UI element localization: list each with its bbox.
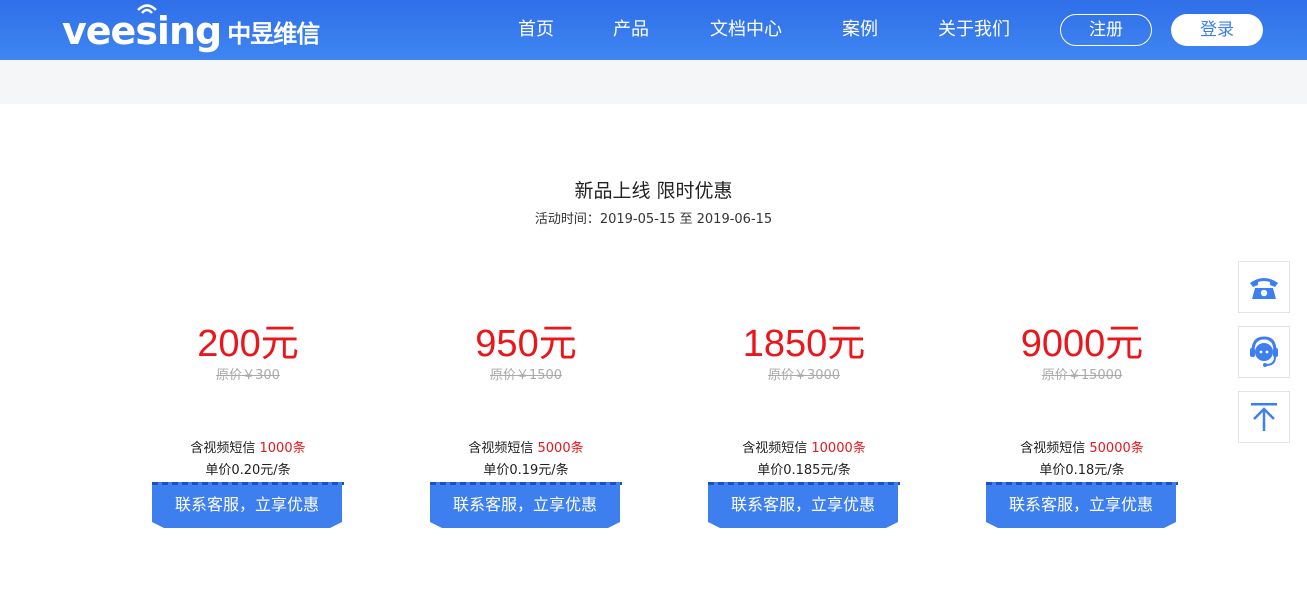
plan-sms-label: 含视频短信 <box>742 441 812 456</box>
plan-price: 1850元 <box>742 323 866 365</box>
plan-sms-count: 1000条 <box>259 441 306 456</box>
plan-original-price: 原价￥3000 <box>767 368 841 383</box>
plan-price: 9000元 <box>1020 323 1144 365</box>
plan-divider <box>152 482 344 485</box>
phone-button[interactable] <box>1238 261 1290 313</box>
plan-sms-line: 含视频短信 50000条 <box>978 437 1186 456</box>
plan-divider <box>430 482 622 485</box>
plan-unit-price: 单价0.18元/条 <box>1039 463 1125 478</box>
nav-docs[interactable]: 文档中心 <box>710 0 782 60</box>
plan-card-body: 950元 原价￥1500 含视频短信 5000条 单价0.19元/条 <box>422 290 630 482</box>
plan-price: 950元 <box>475 323 577 365</box>
customer-service-button[interactable] <box>1238 326 1290 378</box>
top-header: veesing 中昱维信 首页 产品 文档中心 案例 关于我们 注册 登录 <box>0 0 1307 60</box>
plan-divider <box>708 482 900 485</box>
wifi-icon <box>137 4 157 14</box>
plan-card: 200元 原价￥300 含视频短信 1000条 单价0.20元/条 联系客服，立… <box>144 290 352 530</box>
contact-service-button[interactable]: 联系客服，立享优惠 <box>430 485 620 528</box>
plan-divider <box>986 482 1178 485</box>
contact-service-button[interactable]: 联系客服，立享优惠 <box>152 485 342 528</box>
plan-sms-label: 含视频短信 <box>190 441 260 456</box>
phone-icon <box>1250 278 1278 299</box>
back-to-top-button[interactable] <box>1238 391 1290 443</box>
login-button[interactable]: 登录 <box>1171 14 1263 46</box>
nav-about[interactable]: 关于我们 <box>938 0 1010 60</box>
plan-unit-price: 单价0.19元/条 <box>483 463 569 478</box>
nav-home[interactable]: 首页 <box>518 0 554 60</box>
plan-card-body: 1850元 原价￥3000 含视频短信 10000条 单价0.185元/条 <box>700 290 908 482</box>
promo-title: 新品上线 限时优惠 <box>574 180 733 202</box>
plan-sms-label: 含视频短信 <box>468 441 538 456</box>
plan-sms-label: 含视频短信 <box>1020 441 1090 456</box>
contact-service-button[interactable]: 联系客服，立享优惠 <box>708 485 898 528</box>
plan-card: 1850元 原价￥3000 含视频短信 10000条 单价0.185元/条 联系… <box>700 290 908 530</box>
register-button[interactable]: 注册 <box>1060 14 1152 46</box>
brand-name-cn: 中昱维信 <box>227 19 320 48</box>
brand-name-en: veesing <box>62 9 222 53</box>
plan-sms-line: 含视频短信 10000条 <box>700 437 908 456</box>
plan-sms-count: 50000条 <box>1089 441 1144 456</box>
plan-original-price: 原价￥1500 <box>489 368 563 383</box>
plan-sms-line: 含视频短信 1000条 <box>144 437 352 456</box>
contact-service-button[interactable]: 联系客服，立享优惠 <box>986 485 1176 528</box>
plan-sms-count: 10000条 <box>811 441 866 456</box>
plan-card-body: 200元 原价￥300 含视频短信 1000条 单价0.20元/条 <box>144 290 352 482</box>
nav-products[interactable]: 产品 <box>613 0 649 60</box>
back-to-top-icon <box>1251 403 1277 431</box>
promo-date: 活动时间：2019-05-15 至 2019-06-15 <box>534 212 773 227</box>
customer-service-icon <box>1250 336 1278 367</box>
banner-strip <box>0 60 1307 104</box>
plan-price: 200元 <box>197 323 299 365</box>
brand-logo[interactable]: veesing 中昱维信 <box>62 4 320 54</box>
plan-unit-price: 单价0.20元/条 <box>205 463 291 478</box>
plan-original-price: 原价￥300 <box>216 368 280 383</box>
nav-cases[interactable]: 案例 <box>842 0 878 60</box>
plan-card-body: 9000元 原价￥15000 含视频短信 50000条 单价0.18元/条 <box>978 290 1186 482</box>
plan-unit-price: 单价0.185元/条 <box>757 463 851 478</box>
plan-card: 9000元 原价￥15000 含视频短信 50000条 单价0.18元/条 联系… <box>978 290 1186 530</box>
plan-card: 950元 原价￥1500 含视频短信 5000条 单价0.19元/条 联系客服，… <box>422 290 630 530</box>
plan-original-price: 原价￥15000 <box>1041 368 1123 383</box>
plan-sms-line: 含视频短信 5000条 <box>422 437 630 456</box>
plan-sms-count: 5000条 <box>537 441 584 456</box>
